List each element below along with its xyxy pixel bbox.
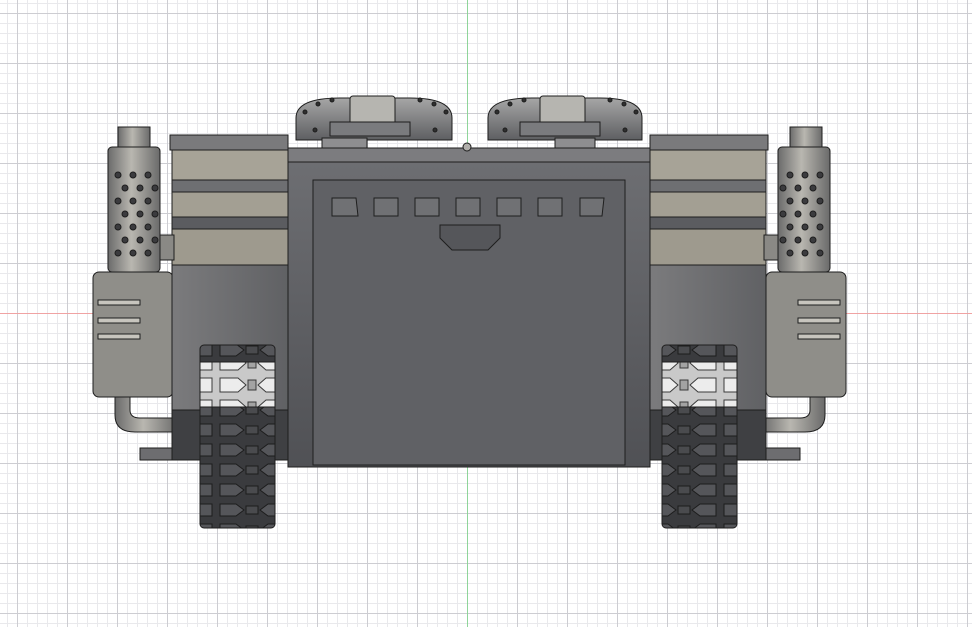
left-hatch-dome[interactable]	[295, 95, 453, 154]
left-exhaust[interactable]	[92, 126, 181, 461]
right-hatch-dome[interactable]	[487, 95, 643, 154]
3d-viewport-canvas[interactable]	[0, 0, 972, 627]
right-exhaust[interactable]	[759, 126, 847, 461]
left-track[interactable]	[199, 344, 276, 529]
right-track[interactable]	[661, 344, 738, 529]
rear-hull[interactable]	[287, 142, 651, 468]
tank-model-render[interactable]	[0, 0, 972, 627]
rear-access-plate	[439, 224, 501, 251]
